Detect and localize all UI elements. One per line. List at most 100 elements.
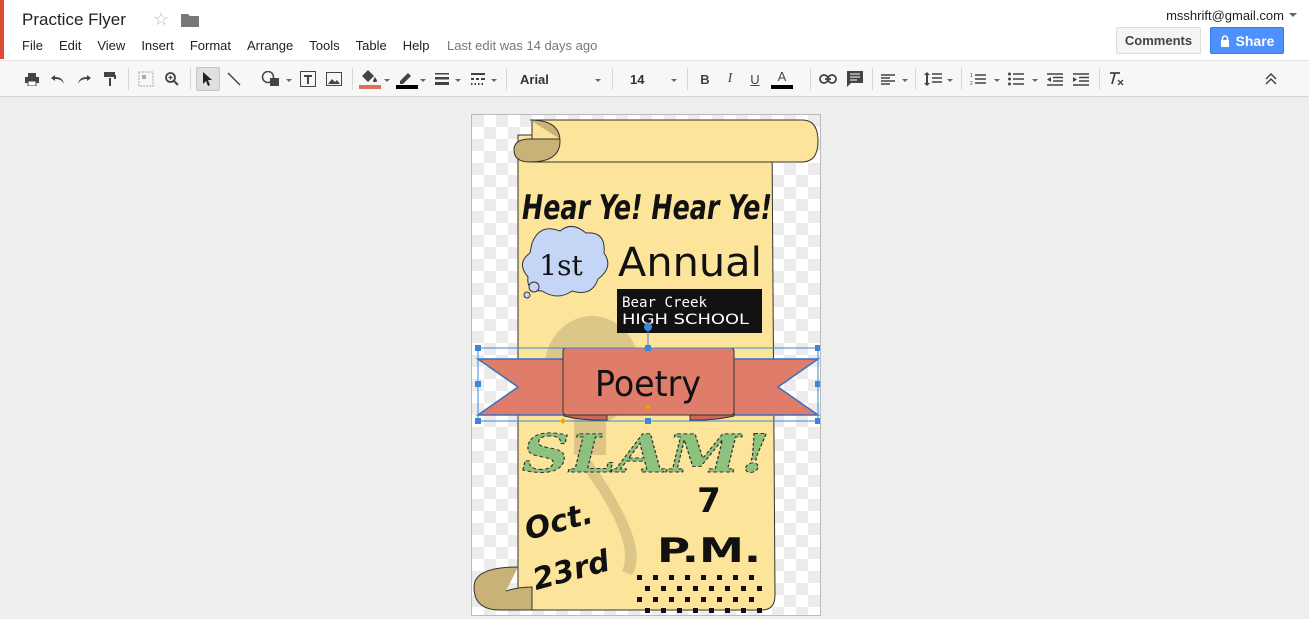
chevron-down-icon[interactable] — [1289, 13, 1297, 17]
increase-indent-icon[interactable] — [1071, 67, 1091, 91]
slide-page[interactable]: Hear Ye! Hear Ye! 1st Annual Bear Creek … — [471, 114, 821, 616]
menu-bar: File Edit View Insert Format Arrange Too… — [22, 38, 445, 53]
link-icon[interactable] — [818, 67, 838, 91]
menu-insert[interactable]: Insert — [141, 38, 174, 53]
menu-edit[interactable]: Edit — [59, 38, 81, 53]
flyer-canvas[interactable]: Hear Ye! Hear Ye! 1st Annual Bear Creek … — [472, 115, 821, 616]
dot — [645, 608, 650, 613]
dot — [669, 575, 674, 580]
font-size-select[interactable]: 14 — [630, 67, 670, 91]
toolbar-divider — [961, 68, 962, 90]
dot — [749, 575, 754, 580]
accent-bar — [0, 0, 4, 59]
line-weight-icon[interactable] — [432, 67, 452, 91]
toolbar-divider — [810, 68, 811, 90]
dot — [741, 586, 746, 591]
dot — [717, 597, 722, 602]
shape-tool-icon[interactable] — [260, 67, 282, 91]
decrease-indent-icon[interactable] — [1045, 67, 1065, 91]
chevron-down-icon[interactable] — [384, 79, 390, 82]
paint-format-icon[interactable] — [100, 67, 120, 91]
select-zoom-icon[interactable] — [136, 67, 156, 91]
image-icon[interactable] — [324, 67, 344, 91]
svg-text:1: 1 — [970, 73, 973, 79]
select-tool-icon[interactable] — [196, 67, 220, 91]
document-title[interactable]: Practice Flyer — [22, 10, 126, 30]
menu-arrange[interactable]: Arrange — [247, 38, 293, 53]
dot — [709, 586, 714, 591]
toolbar-divider — [352, 68, 353, 90]
dot — [709, 608, 714, 613]
chevron-down-icon[interactable] — [420, 79, 426, 82]
print-icon[interactable] — [22, 67, 42, 91]
time-ampm[interactable]: P.M. — [657, 531, 761, 571]
dot — [693, 586, 698, 591]
line-color-icon[interactable] — [395, 67, 419, 91]
menu-help[interactable]: Help — [403, 38, 430, 53]
collapse-toolbar-icon[interactable] — [1261, 67, 1281, 91]
undo-icon[interactable] — [48, 67, 68, 91]
flyer-headline[interactable]: Hear Ye! Hear Ye! — [522, 188, 772, 228]
dot — [661, 608, 666, 613]
comments-button[interactable]: Comments — [1116, 27, 1201, 54]
chevron-down-icon[interactable] — [286, 79, 292, 82]
star-icon[interactable]: ☆ — [153, 9, 169, 30]
align-icon[interactable] — [879, 67, 897, 91]
redo-icon[interactable] — [74, 67, 94, 91]
banner-text: Poetry — [595, 364, 701, 405]
bulleted-list-icon[interactable] — [1006, 67, 1026, 91]
dot — [717, 575, 722, 580]
dot — [701, 597, 706, 602]
annual-text[interactable]: Annual — [618, 240, 762, 286]
dot — [653, 597, 658, 602]
chevron-down-icon[interactable] — [455, 79, 461, 82]
menu-view[interactable]: View — [97, 38, 125, 53]
menu-table[interactable]: Table — [356, 38, 387, 53]
dot — [701, 575, 706, 580]
dot — [637, 575, 642, 580]
toolbar: Arial 14 B I U A 12 — [0, 60, 1309, 97]
toolbar-divider — [687, 68, 688, 90]
account-email[interactable]: msshrift@gmail.com — [1166, 8, 1284, 23]
dot — [741, 608, 746, 613]
dot — [757, 608, 762, 613]
last-edit-status[interactable]: Last edit was 14 days ago — [447, 38, 597, 53]
svg-text:2: 2 — [970, 81, 973, 86]
text-color-icon[interactable]: A — [770, 67, 794, 91]
scroll-top-roll — [531, 119, 819, 163]
time-number[interactable]: 7 — [697, 481, 721, 521]
line-tool-icon[interactable] — [224, 67, 244, 91]
underline-icon[interactable]: U — [746, 67, 764, 91]
chevron-down-icon[interactable] — [994, 79, 1000, 82]
fill-color-icon[interactable] — [358, 67, 382, 91]
clear-formatting-icon[interactable] — [1107, 67, 1127, 91]
badge-text: 1st — [539, 249, 583, 282]
share-button[interactable]: Share — [1210, 27, 1284, 54]
menu-tools[interactable]: Tools — [309, 38, 339, 53]
dot — [653, 575, 658, 580]
dot — [749, 597, 754, 602]
chevron-down-icon[interactable] — [491, 79, 497, 82]
slam-text[interactable]: SLAM! — [522, 424, 771, 486]
chevron-down-icon[interactable] — [1032, 79, 1038, 82]
chevron-down-icon[interactable] — [902, 79, 908, 82]
chevron-down-icon[interactable] — [671, 79, 677, 82]
menu-format[interactable]: Format — [190, 38, 231, 53]
italic-icon[interactable]: I — [721, 67, 739, 91]
numbered-list-icon[interactable]: 12 — [968, 67, 988, 91]
line-spacing-icon[interactable] — [922, 67, 944, 91]
font-family-select[interactable]: Arial — [520, 67, 600, 91]
chevron-down-icon[interactable] — [947, 79, 953, 82]
zoom-icon[interactable] — [162, 67, 182, 91]
bold-icon[interactable]: B — [696, 67, 714, 91]
dot — [645, 586, 650, 591]
line-dash-icon[interactable] — [468, 67, 488, 91]
text-box-icon[interactable] — [298, 67, 318, 91]
chevron-down-icon[interactable] — [595, 79, 601, 82]
school-line2: HIGH SCHOOL — [622, 312, 749, 328]
school-line1: Bear Creek — [622, 295, 708, 311]
comment-icon[interactable] — [845, 67, 865, 91]
folder-icon[interactable] — [181, 13, 199, 27]
menu-file[interactable]: File — [22, 38, 43, 53]
slides-app: Practice Flyer ☆ File Edit View Insert F… — [0, 0, 1309, 619]
